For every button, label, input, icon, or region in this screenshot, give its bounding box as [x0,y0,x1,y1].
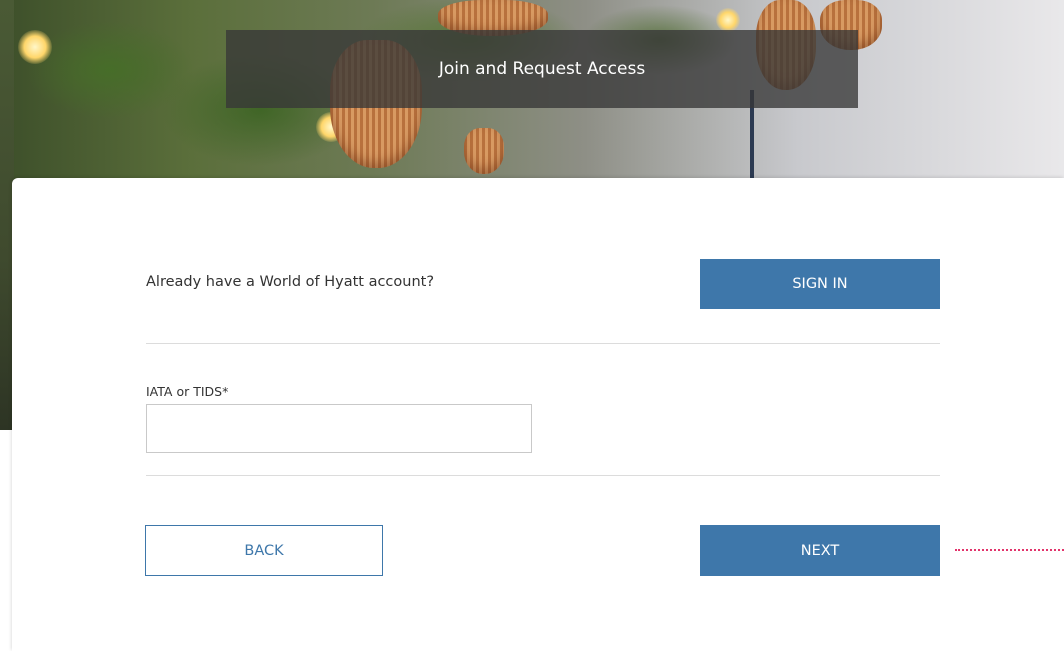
iata-field-label: IATA or TIDS* [146,384,229,399]
back-button[interactable]: BACK [145,525,383,576]
next-button[interactable]: NEXT [700,525,940,576]
signin-prompt: Already have a World of Hyatt account? [146,274,435,290]
hanging-bulb [18,30,52,64]
lantern [464,128,504,174]
page-title: Join and Request Access [438,59,646,79]
divider [146,475,940,476]
page-title-banner: Join and Request Access [226,30,858,108]
iata-input[interactable] [146,404,532,453]
divider [146,343,940,344]
hanging-bulb [716,8,740,32]
sign-in-button[interactable]: SIGN IN [700,259,940,309]
annotation-dotted-line [955,549,1064,551]
